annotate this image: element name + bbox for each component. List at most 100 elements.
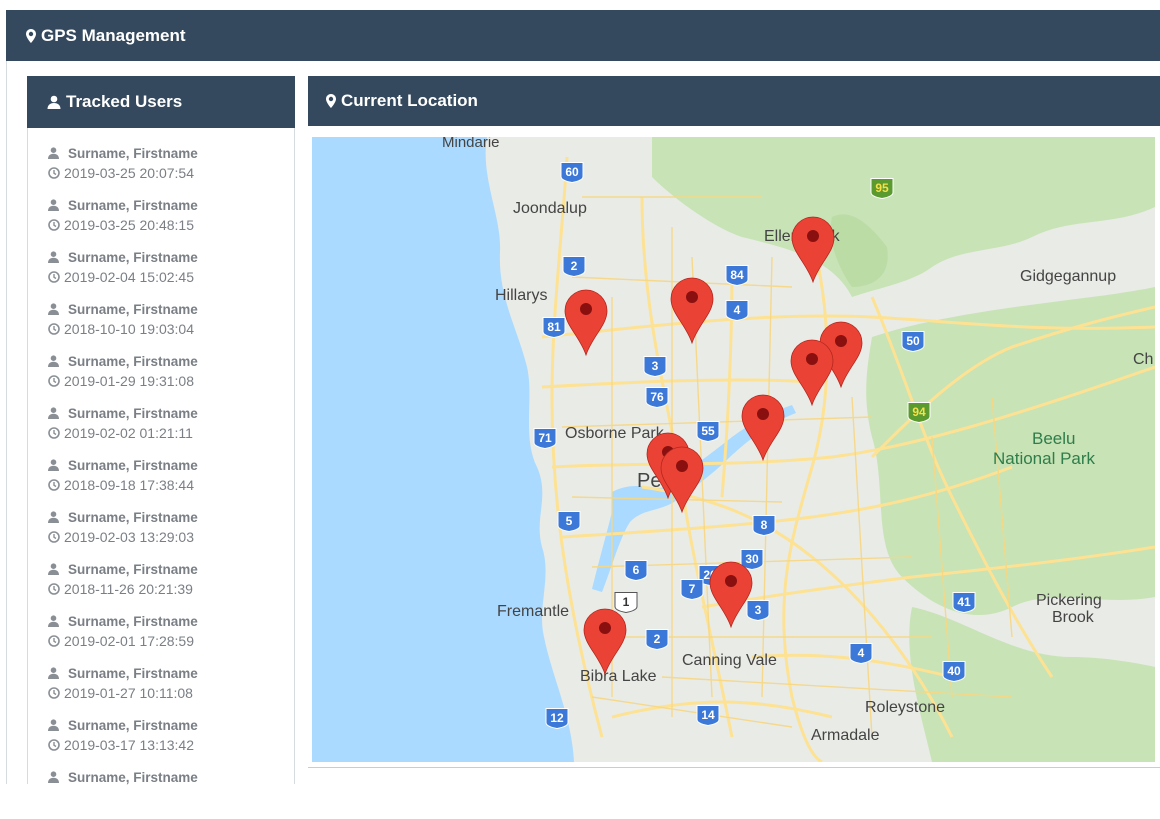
gps-management-app: GPS Management Tracked Users Surname, Fi… — [0, 0, 1160, 785]
route-shield-label: 7 — [689, 582, 696, 596]
tracked-user-name: Surname, Firstname — [68, 509, 198, 525]
route-shield-label: 5 — [566, 514, 573, 528]
tracked-user-name: Surname, Firstname — [68, 613, 198, 629]
user-icon — [48, 615, 68, 627]
user-list: Surname, Firstname 2019-03-25 20:07:54 Sur… — [48, 143, 288, 819]
route-shield-label: 81 — [547, 320, 561, 334]
tracked-user-item[interactable]: Surname, Firstname 2018-11-26 20:21:39 — [48, 559, 288, 611]
tracked-user-item[interactable]: Surname, Firstname 2019-03-17 13:13:42 — [48, 715, 288, 767]
tracked-user-timestamp: 2019-01-29 19:31:08 — [64, 373, 194, 389]
tracked-user-item[interactable]: Surname, Firstname 2018-09-18 17:38:44 — [48, 455, 288, 507]
tracked-users-header: Tracked Users — [27, 76, 295, 128]
tracked-user-timestamp: 2019-01-27 10:11:08 — [64, 685, 193, 701]
label-mindarie: Mindarie — [442, 137, 500, 151]
clock-icon — [48, 479, 64, 491]
tracked-user-time-row: 2019-02-03 13:29:03 — [48, 527, 288, 547]
tracked-user-timestamp: 2019-02-03 13:29:03 — [64, 529, 194, 545]
route-shield-label: 4 — [858, 646, 865, 660]
map-view[interactable]: Mindarie Joondalup Ellenbrook Gidgegannu… — [312, 137, 1155, 762]
route-shield: 50 — [901, 331, 925, 353]
label-pickering: Pickering — [1036, 592, 1102, 609]
route-shield: 14 — [696, 705, 720, 727]
user-icon — [48, 667, 68, 679]
label-hillarys: Hillarys — [495, 287, 547, 304]
tracked-user-name: Surname, Firstname — [68, 769, 198, 785]
tracked-user-item[interactable]: Surname, Firstname 2019-02-01 17:28:59 — [48, 611, 288, 663]
route-shield: 41 — [952, 592, 976, 614]
user-icon — [48, 511, 68, 523]
label-osborne-park: Osborne Park — [565, 425, 665, 442]
tracked-user-name: Surname, Firstname — [68, 405, 198, 421]
label-gidgegannup: Gidgegannup — [1020, 268, 1116, 285]
tracked-user-timestamp: 2018-11-26 20:21:39 — [64, 581, 193, 597]
route-shield: 12 — [545, 708, 569, 730]
tracked-user-item[interactable]: Surname, Firstname 2019-02-03 13:29:03 — [48, 507, 288, 559]
current-location-title: Current Location — [341, 91, 478, 110]
tracked-user-item[interactable]: Surname, Firstname 2019-01-27 10:11:08 — [48, 663, 288, 715]
route-shield: 76 — [645, 387, 669, 409]
tracked-user-item[interactable]: Surname, Firstname 2019-02-02 01:21:11 — [48, 403, 288, 455]
tracked-user-item[interactable]: Surname, Firstname — [48, 767, 288, 819]
tracked-user-name: Surname, Firstname — [68, 561, 198, 577]
route-shield: 3 — [746, 600, 770, 622]
route-shield-label: 60 — [565, 165, 579, 179]
tracked-user-name: Surname, Firstname — [68, 717, 198, 733]
tracked-user-name: Surname, Firstname — [68, 665, 198, 681]
route-shield: 2 — [562, 256, 586, 278]
tracked-user-time-row: 2019-01-29 19:31:08 — [48, 371, 288, 391]
route-shield-label: 76 — [650, 390, 664, 404]
label-bibra-lake: Bibra Lake — [580, 668, 657, 685]
tracked-user-name-row: Surname, Firstname — [48, 143, 288, 163]
route-shield: 7 — [680, 579, 704, 601]
route-shield-label: 41 — [957, 595, 971, 609]
tracked-user-name: Surname, Firstname — [68, 353, 198, 369]
main-header: GPS Management — [6, 10, 1160, 61]
route-shield: 4 — [725, 300, 749, 322]
route-shield-label: 94 — [912, 405, 926, 419]
route-shield: 4 — [849, 643, 873, 665]
route-shield: 55 — [696, 421, 720, 443]
tracked-user-name-row: Surname, Firstname — [48, 663, 288, 683]
tracked-user-name-row: Surname, Firstname — [48, 559, 288, 579]
route-shield: 8 — [752, 515, 776, 537]
tracked-user-timestamp: 2019-03-25 20:48:15 — [64, 217, 194, 233]
tracked-user-timestamp: 2018-10-10 19:03:04 — [64, 321, 194, 337]
map-canvas[interactable]: Mindarie Joondalup Ellenbrook Gidgegannu… — [312, 137, 1155, 762]
route-shield-label: 55 — [701, 424, 715, 438]
tracked-user-item[interactable]: Surname, Firstname 2019-02-04 15:02:45 — [48, 247, 288, 299]
user-icon — [48, 719, 68, 731]
user-icon — [48, 199, 68, 211]
label-fremantle: Fremantle — [497, 603, 569, 620]
tracked-user-name: Surname, Firstname — [68, 145, 198, 161]
tracked-user-name-row: Surname, Firstname — [48, 195, 288, 215]
route-shield: 6 — [624, 560, 648, 582]
route-shield-label: 40 — [947, 664, 961, 678]
route-shield-label: 84 — [730, 268, 744, 282]
route-shield: 40 — [942, 661, 966, 683]
clock-icon — [48, 375, 64, 387]
tracked-user-item[interactable]: Surname, Firstname 2019-03-25 20:48:15 — [48, 195, 288, 247]
route-shield-label: 6 — [633, 563, 640, 577]
tracked-user-timestamp: 2019-02-02 01:21:11 — [64, 425, 193, 441]
tracked-user-timestamp: 2019-02-04 15:02:45 — [64, 269, 194, 285]
label-ch: Ch — [1133, 351, 1153, 368]
tracked-user-time-row: 2019-03-17 13:13:42 — [48, 735, 288, 755]
label-national-park: National Park — [993, 449, 1096, 468]
route-shield-label: 30 — [745, 552, 759, 566]
tracked-user-time-row: 2018-11-26 20:21:39 — [48, 579, 288, 599]
route-shield-label: 3 — [652, 359, 659, 373]
tracked-user-name-row: Surname, Firstname — [48, 767, 288, 787]
tracked-user-item[interactable]: Surname, Firstname 2019-01-29 19:31:08 — [48, 351, 288, 403]
route-shield: 3 — [643, 356, 667, 378]
route-shield: 60 — [560, 162, 584, 184]
label-brook: Brook — [1052, 609, 1095, 626]
label-armadale: Armadale — [811, 727, 880, 744]
tracked-user-time-row: 2019-02-01 17:28:59 — [48, 631, 288, 651]
tracked-user-item[interactable]: Surname, Firstname 2019-03-25 20:07:54 — [48, 143, 288, 195]
tracked-user-item[interactable]: Surname, Firstname 2018-10-10 19:03:04 — [48, 299, 288, 351]
user-icon — [48, 355, 68, 367]
route-shield-label: 2 — [654, 632, 661, 646]
tracked-user-name-row: Surname, Firstname — [48, 455, 288, 475]
tracked-user-time-row: 2019-02-04 15:02:45 — [48, 267, 288, 287]
route-shield: 71 — [533, 428, 557, 450]
